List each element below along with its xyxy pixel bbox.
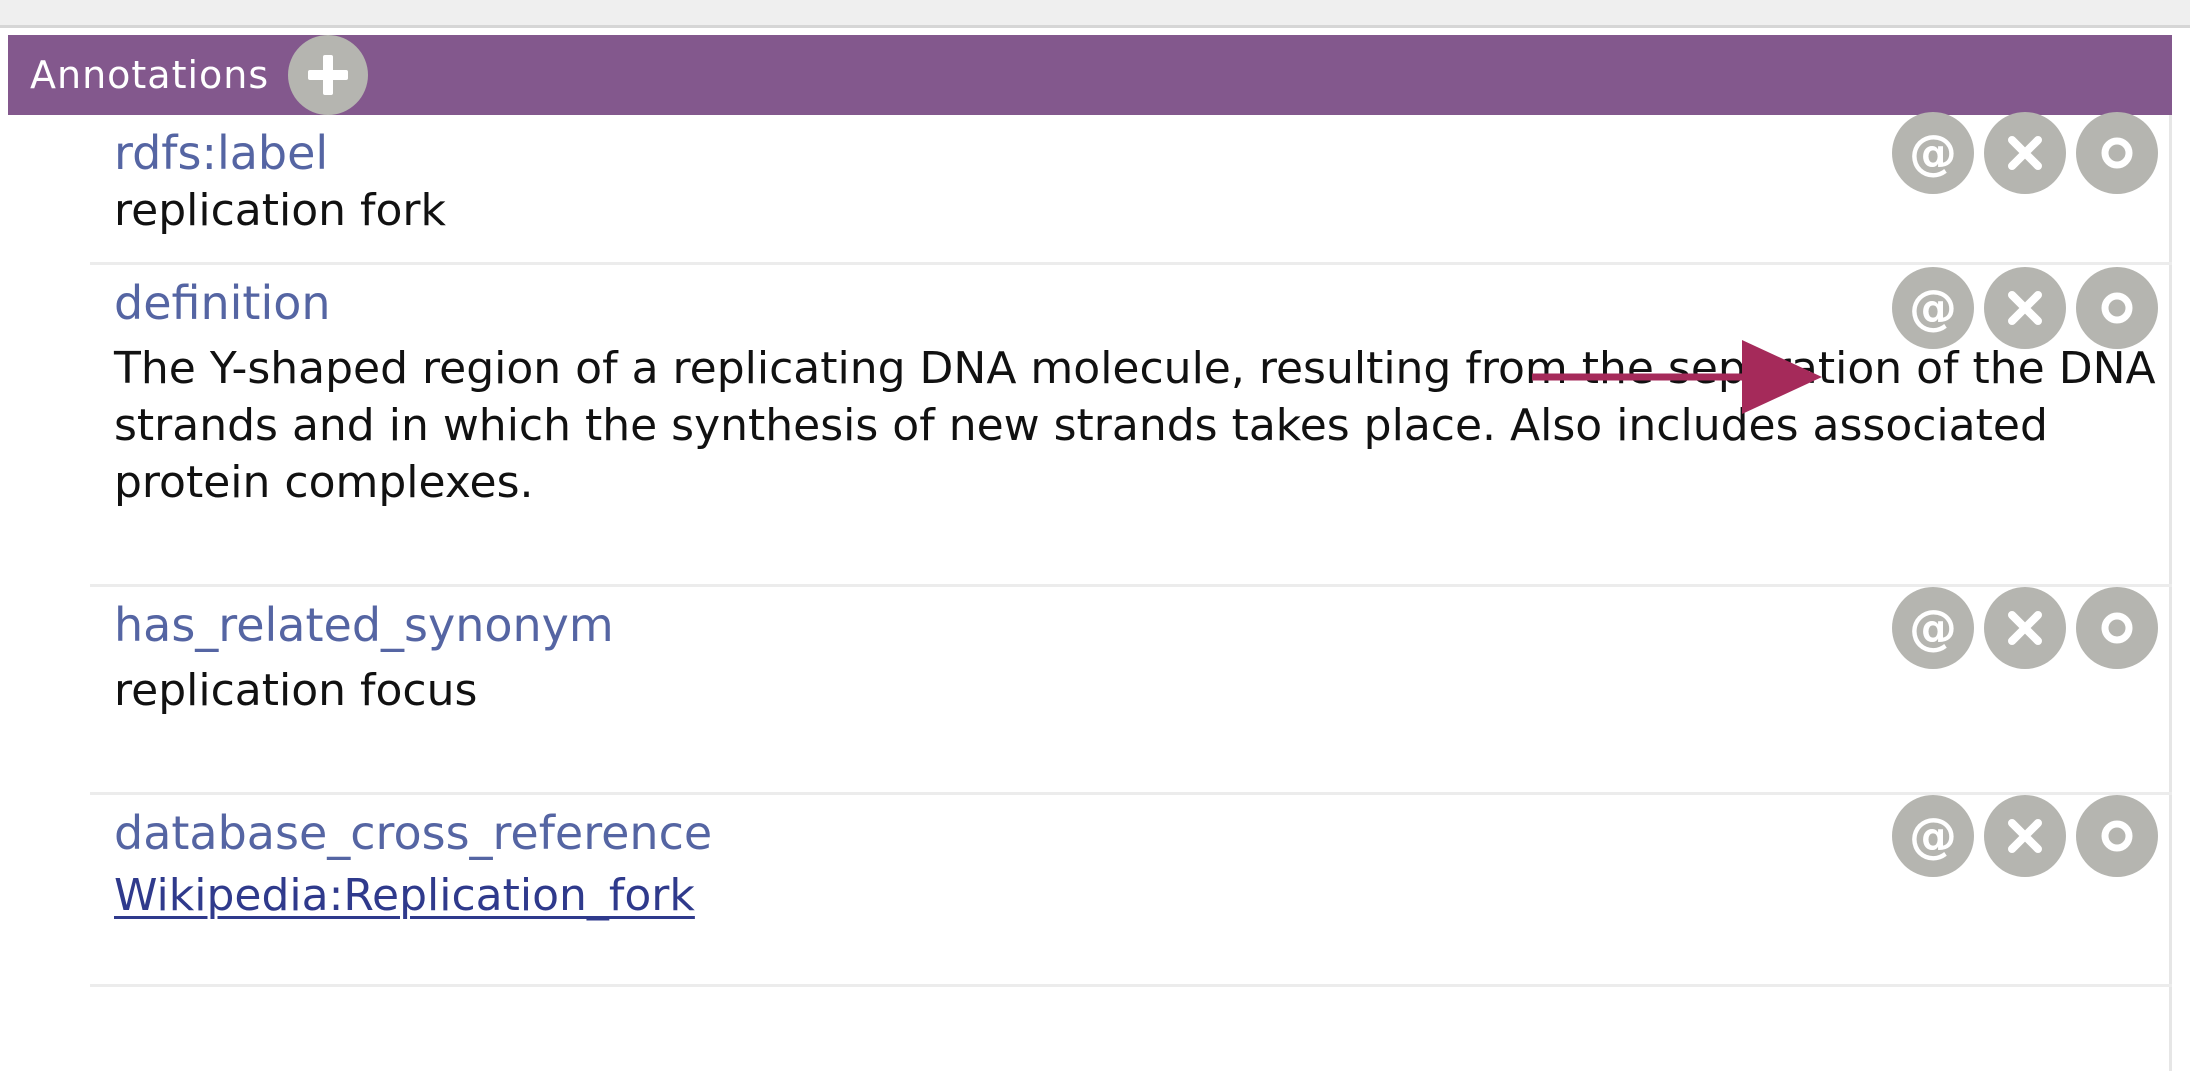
annotation-actions: @	[1892, 587, 2158, 669]
annotations-title: Annotations	[30, 53, 270, 97]
close-icon	[2008, 819, 2042, 853]
annotation-row-synonym: has_related_synonym replication focus @	[90, 587, 2172, 795]
edit-button[interactable]	[2076, 795, 2158, 877]
annotation-value: The Y-shaped region of a replicating DNA…	[114, 343, 2156, 508]
annotation-row-xref: database_cross_reference Wikipedia:Repli…	[90, 795, 2172, 987]
annotation-value: replication fork	[114, 185, 446, 236]
at-icon: @	[1909, 808, 1957, 864]
annotation-property[interactable]: rdfs:label	[114, 125, 328, 181]
annotation-row-label: rdfs:label replication fork @	[90, 112, 2172, 265]
annotate-button[interactable]: @	[1892, 112, 1974, 194]
delete-button[interactable]	[1984, 112, 2066, 194]
at-icon: @	[1909, 125, 1957, 181]
annotation-row-definition: definition The Y-shaped region of a repl…	[90, 265, 2172, 587]
circle-icon	[2101, 820, 2133, 852]
circle-icon	[2101, 137, 2133, 169]
delete-button[interactable]	[1984, 267, 2066, 349]
top-strip	[0, 0, 2190, 28]
annotate-button[interactable]: @	[1892, 795, 1974, 877]
circle-icon	[2101, 292, 2133, 324]
add-annotation-button[interactable]	[288, 35, 368, 115]
arrow-right-icon	[1532, 340, 1822, 414]
at-icon: @	[1909, 600, 1957, 656]
at-icon: @	[1909, 280, 1957, 336]
edit-button[interactable]	[2076, 587, 2158, 669]
annotations-panel: Annotations rdfs:label replication fork …	[8, 35, 2172, 1071]
annotation-actions: @	[1892, 112, 2158, 194]
annotations-header: Annotations	[8, 35, 2172, 115]
edit-button[interactable]	[2076, 267, 2158, 349]
circle-icon	[2101, 612, 2133, 644]
close-icon	[2008, 291, 2042, 325]
annotate-button[interactable]: @	[1892, 267, 1974, 349]
annotation-property[interactable]: definition	[114, 275, 331, 331]
edit-button[interactable]	[2076, 112, 2158, 194]
annotation-property[interactable]: has_related_synonym	[114, 597, 614, 653]
annotate-button[interactable]: @	[1892, 587, 1974, 669]
delete-button[interactable]	[1984, 795, 2066, 877]
close-icon	[2008, 136, 2042, 170]
annotation-property[interactable]: database_cross_reference	[114, 805, 712, 861]
xref-link[interactable]: Wikipedia:Replication_fork	[114, 870, 695, 921]
annotation-actions: @	[1892, 795, 2158, 877]
annotation-value: replication focus	[114, 665, 478, 716]
annotation-actions: @	[1892, 267, 2158, 349]
delete-button[interactable]	[1984, 587, 2066, 669]
annotation-value: Wikipedia:Replication_fork	[114, 867, 2164, 924]
close-icon	[2008, 611, 2042, 645]
